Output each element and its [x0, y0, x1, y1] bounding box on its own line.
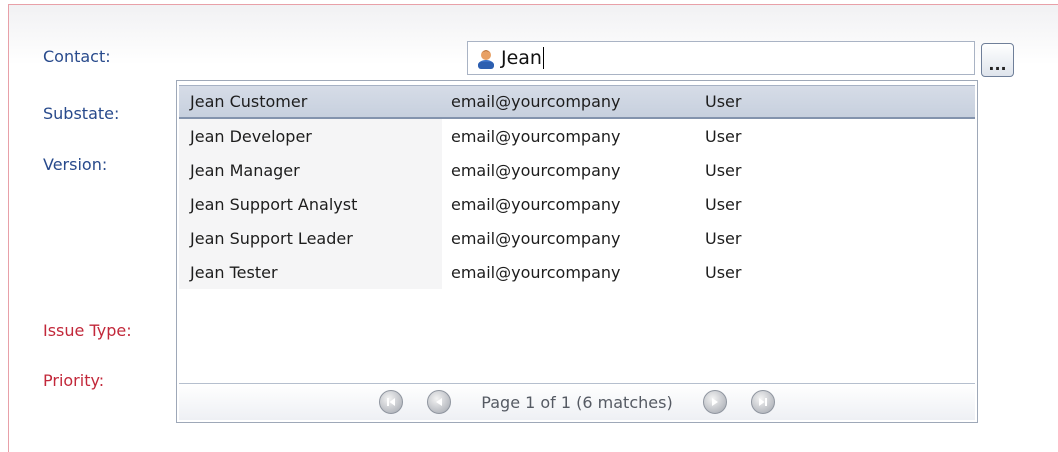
contact-email: email@yourcompany [451, 194, 621, 214]
contact-type: User [705, 92, 742, 111]
suggestion-row[interactable]: Jean Developer email@yourcompany User [179, 119, 975, 153]
person-icon [475, 47, 497, 70]
suggestion-row[interactable]: Jean Manager email@yourcompany User [179, 153, 975, 187]
priority-label: Priority: [43, 371, 105, 390]
suggestion-row[interactable]: Jean Tester email@yourcompany User [179, 255, 975, 289]
version-label: Version: [43, 155, 108, 174]
contact-type: User [705, 126, 742, 146]
text-caret [542, 47, 544, 69]
pager: Page 1 of 1 (6 matches) [179, 383, 975, 420]
contact-email: email@yourcompany [451, 228, 621, 248]
contact-input[interactable]: Jean [467, 41, 975, 75]
contact-name: Jean Tester [179, 255, 442, 289]
contact-email: email@yourcompany [451, 126, 621, 146]
issue-type-label: Issue Type: [43, 321, 132, 340]
contact-label: Contact: [43, 47, 111, 66]
contact-email: email@yourcompany [451, 262, 621, 282]
contact-type: User [705, 160, 742, 180]
contact-name: Jean Developer [179, 119, 442, 153]
contact-type: User [705, 228, 742, 248]
suggestion-row[interactable]: Jean Customer email@yourcompany User [179, 85, 975, 119]
contact-name: Jean Support Analyst [179, 187, 442, 221]
substate-label: Substate: [43, 104, 120, 123]
contact-type: User [705, 194, 742, 214]
suggestion-list: Jean Customer email@yourcompany User Jea… [179, 85, 975, 289]
contact-name: Jean Customer [190, 92, 308, 111]
contact-type: User [705, 262, 742, 282]
last-page-icon[interactable] [750, 390, 775, 414]
next-page-icon[interactable] [702, 390, 727, 414]
browse-contacts-button[interactable]: ... [981, 43, 1014, 77]
contact-email: email@yourcompany [451, 160, 621, 180]
suggestion-row[interactable]: Jean Support Leader email@yourcompany Us… [179, 221, 975, 255]
contact-name: Jean Manager [179, 153, 442, 187]
pager-text: Page 1 of 1 (6 matches) [481, 392, 673, 412]
contact-email: email@yourcompany [451, 92, 621, 111]
previous-page-icon[interactable] [427, 390, 452, 414]
contact-input-value: Jean [501, 47, 542, 69]
contact-name: Jean Support Leader [179, 221, 442, 255]
suggestion-row[interactable]: Jean Support Analyst email@yourcompany U… [179, 187, 975, 221]
first-page-icon[interactable] [379, 390, 404, 414]
contact-suggestions-dropdown: Jean Customer email@yourcompany User Jea… [176, 80, 978, 423]
